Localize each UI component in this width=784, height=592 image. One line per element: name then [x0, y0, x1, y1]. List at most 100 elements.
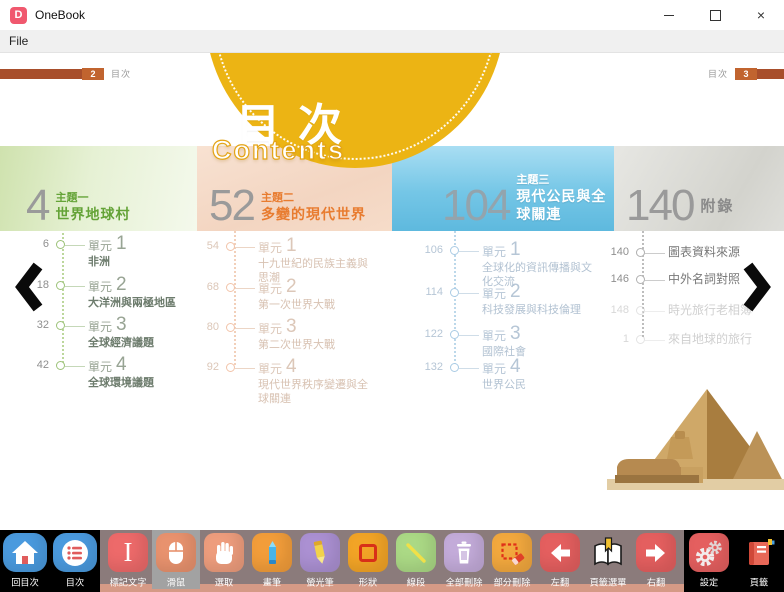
section-title: 多變的現代世界	[261, 206, 366, 224]
unit-dot	[636, 306, 645, 315]
mouse-icon	[156, 533, 196, 572]
unit-page: 140	[580, 244, 636, 261]
unit-line	[235, 247, 255, 248]
titlebar: D OneBook ×	[0, 0, 784, 30]
minimize-button[interactable]	[646, 0, 692, 30]
tool-select[interactable]: 選取	[200, 530, 248, 589]
unit-dot	[450, 288, 459, 297]
unit-dot	[56, 321, 65, 330]
unit-line	[645, 253, 665, 254]
unit-page: 132	[392, 359, 450, 392]
unit-dot	[226, 242, 235, 251]
maximize-button[interactable]	[692, 0, 738, 30]
unit-title: 世界公民	[482, 378, 592, 392]
unit-page: 32	[0, 317, 56, 350]
section-page-number: 4	[26, 188, 48, 223]
tool-bookmark[interactable]: 頁籤	[735, 530, 783, 589]
tool-bookmark-menu[interactable]: 頁籤選單	[584, 530, 632, 589]
toc-unit[interactable]: 132 單元4 世界公民	[392, 359, 592, 392]
tool-line[interactable]: 線段	[392, 530, 440, 589]
prev-page-arrow[interactable]	[14, 261, 44, 313]
toc-unit[interactable]: 92 單元4 現代世界秩序變遷與全球關連	[172, 359, 372, 407]
page-number-right: 3	[735, 68, 757, 80]
section-band-theme3: 104 主題三 現代公民與全球關連	[392, 146, 614, 231]
section-theme: 主題三	[516, 174, 614, 188]
shape-icon	[348, 533, 388, 572]
section-band-theme1: 4 主題一 世界地球村	[0, 146, 197, 231]
toc-unit[interactable]: 1 來自地球的旅行	[580, 331, 780, 348]
unit-title: 來自地球的旅行	[668, 331, 780, 348]
unit-page: 68	[172, 279, 226, 312]
unit-dot	[450, 246, 459, 255]
tool-page-left[interactable]: 左翻	[536, 530, 584, 589]
tool-mouse[interactable]: 滑鼠	[152, 530, 200, 589]
tool-delete-all[interactable]: 全部刪除	[440, 530, 488, 589]
unit-line	[645, 340, 665, 341]
section-page-number: 52	[209, 188, 254, 223]
unit-page: 106	[392, 242, 450, 290]
hand-icon	[204, 533, 244, 572]
chevron-left-icon	[14, 261, 44, 313]
section-title: 附錄	[700, 198, 734, 217]
unit-dot	[450, 330, 459, 339]
unit-title: 第一次世界大戰	[258, 298, 372, 312]
trash-icon	[444, 533, 484, 572]
toc-unit[interactable]: 80 單元3 第二次世界大戰	[172, 319, 372, 352]
ribbon-bar	[757, 69, 784, 79]
toc-unit[interactable]: 106 單元1 全球化的資訊傳播與文化交流	[392, 242, 592, 290]
tool-settings[interactable]: 設定	[685, 530, 733, 589]
tool-shape[interactable]: 形狀	[344, 530, 392, 589]
toc-unit[interactable]: 140 圖表資料來源	[580, 244, 780, 261]
unit-line	[645, 280, 665, 281]
section-theme: 主題二	[261, 192, 366, 206]
sphinx-pyramid-image	[579, 387, 784, 495]
section-title: 世界地球村	[55, 206, 130, 224]
toc-list-icon	[53, 533, 97, 572]
next-page-arrow[interactable]	[742, 261, 772, 313]
tool-page-right[interactable]: 右翻	[632, 530, 680, 589]
unit-line	[459, 335, 479, 336]
gear-icon	[689, 533, 729, 572]
unit-dot	[226, 363, 235, 372]
arrow-left-icon	[540, 533, 580, 572]
tool-highlighter[interactable]: 螢光筆	[296, 530, 344, 589]
unit-dot	[226, 283, 235, 292]
unit-page: 42	[0, 357, 56, 390]
highlighter-icon	[300, 533, 340, 572]
unit-page: 92	[172, 359, 226, 407]
partial-erase-icon	[492, 533, 532, 572]
tool-toc[interactable]: 目次	[51, 530, 99, 589]
unit-dot	[636, 275, 645, 284]
tool-partial-delete[interactable]: 部分刪除	[488, 530, 536, 589]
toc-unit[interactable]: 114 單元2 科技發展與科技倫理	[392, 284, 592, 317]
unit-line	[459, 251, 479, 252]
unit-dot	[450, 363, 459, 372]
tool-back-to-toc[interactable]: 回目次	[1, 530, 49, 589]
toc-unit[interactable]: 122 單元3 國際社會	[392, 326, 592, 359]
unit-page: 122	[392, 326, 450, 359]
close-button[interactable]: ×	[738, 0, 784, 30]
page-ribbon-right: 目次 3	[701, 67, 784, 80]
toc-unit[interactable]: 32 單元3 全球經濟議題	[0, 317, 200, 350]
unit-line	[645, 311, 665, 312]
unit-dot	[56, 361, 65, 370]
menu-file[interactable]: File	[0, 34, 37, 48]
ribbon-label: 目次	[708, 67, 728, 80]
unit-line	[65, 366, 85, 367]
pen-icon	[252, 533, 292, 572]
section-band-appendix: 140 附錄	[614, 146, 784, 231]
bookmark-menu-icon	[588, 533, 628, 572]
app-title: OneBook	[35, 8, 85, 22]
chevron-right-icon	[742, 261, 772, 313]
toc-unit[interactable]: 68 單元2 第一次世界大戰	[172, 279, 372, 312]
toc-unit[interactable]: 42 單元4 全球環境議題	[0, 357, 200, 390]
tool-pen[interactable]: 畫筆	[248, 530, 296, 589]
tool-mark-text[interactable]: I 標記文字	[104, 530, 152, 589]
toolbar-middle-group: I 標記文字 滑鼠 選取 畫筆	[100, 530, 684, 592]
unit-line	[235, 328, 255, 329]
home-icon	[3, 533, 47, 572]
section-title: 現代公民與全球關連	[516, 188, 614, 223]
unit-title: 科技發展與科技倫理	[482, 303, 592, 317]
bottom-toolbar: 回目次 目次 I 標記文字 滑鼠	[0, 530, 784, 592]
unit-line	[235, 288, 255, 289]
